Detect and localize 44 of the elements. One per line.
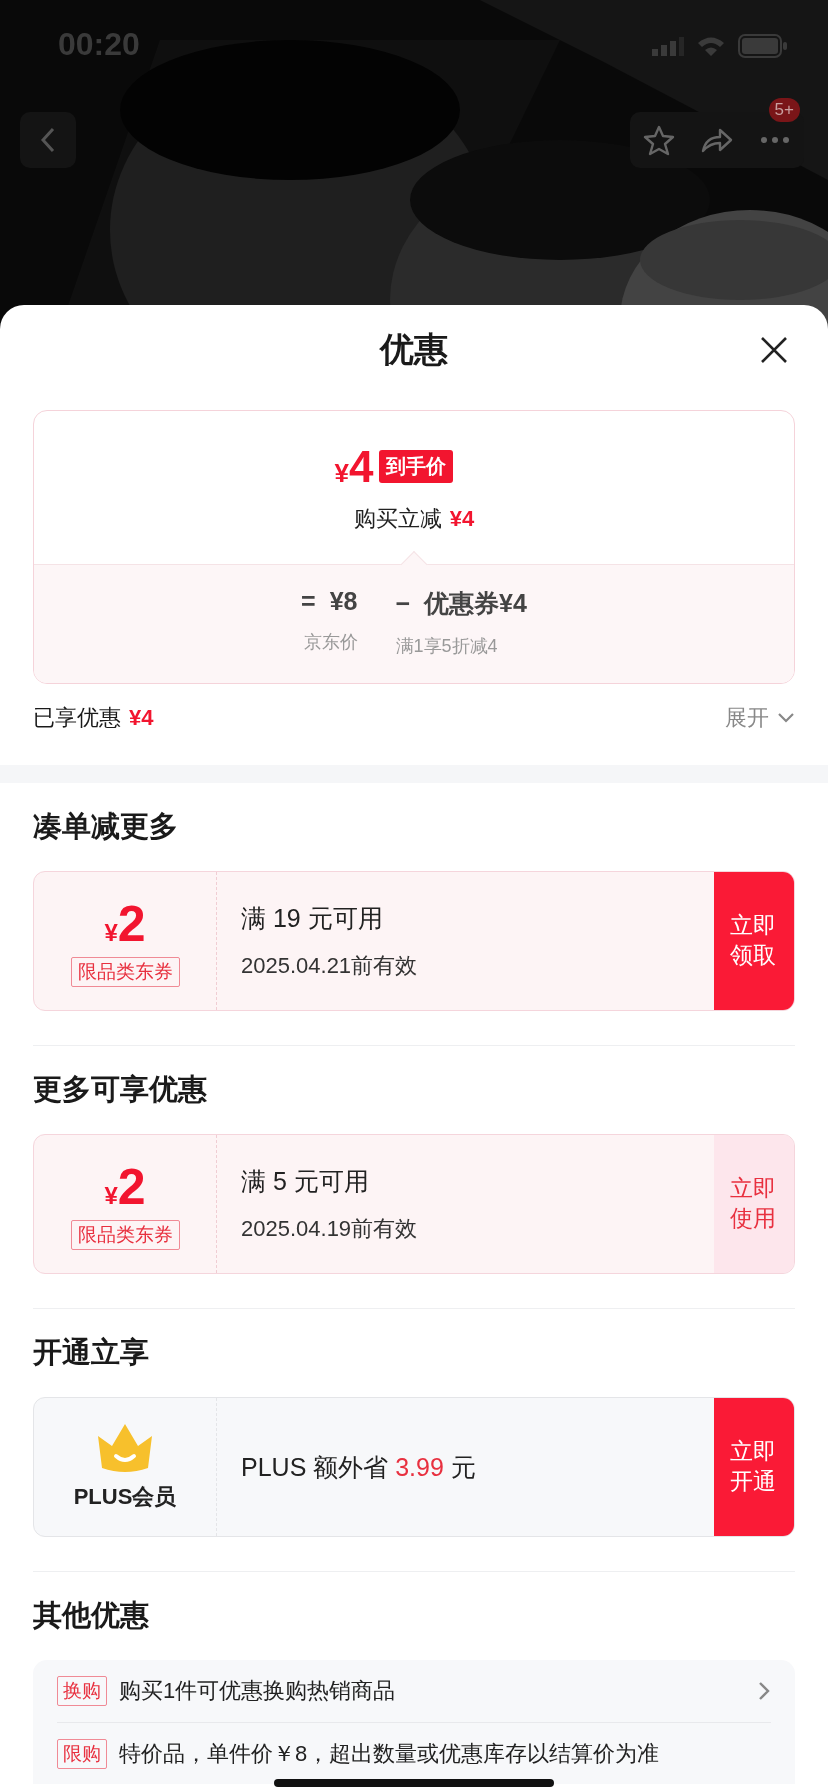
chevron-down-icon bbox=[777, 712, 795, 724]
notification-badge: 5+ bbox=[768, 98, 800, 122]
coupon-discount: 优惠券¥4 bbox=[424, 588, 527, 619]
coupon-note: 满1享5折减4 bbox=[395, 635, 498, 658]
coupon-tag: 限品类东券 bbox=[70, 957, 180, 987]
jd-price: ¥8 bbox=[329, 587, 358, 616]
coupon-tag: 限品类东券 bbox=[70, 1220, 180, 1250]
star-icon bbox=[643, 124, 675, 156]
coupon-amount: ¥2 bbox=[104, 1158, 146, 1216]
coupon-action-button[interactable]: 立即领取 bbox=[714, 872, 794, 1010]
instant-discount-text: 购买立减 ¥4 bbox=[353, 504, 475, 533]
section-title: 其他优惠 bbox=[33, 1598, 149, 1633]
coupon-condition: 满 5 元可用 bbox=[241, 1165, 370, 1197]
expand-button[interactable]: 展开 bbox=[725, 703, 795, 733]
enjoyed-discount-text: 已享优惠 ¥4 bbox=[33, 704, 154, 732]
section-title: 开通立享 bbox=[33, 1335, 149, 1370]
final-price-label: 到手价 bbox=[379, 450, 454, 483]
battery-icon bbox=[738, 34, 788, 58]
coupon-validity: 2025.04.19前有效 bbox=[241, 1214, 419, 1243]
signal-icon bbox=[652, 36, 684, 56]
section-title: 更多可享优惠 bbox=[33, 1072, 207, 1107]
plus-member-label: PLUS会员 bbox=[73, 1483, 177, 1511]
coupon-amount: ¥2 bbox=[104, 895, 146, 953]
offer-tag: 限购 bbox=[57, 1738, 107, 1769]
offer-text: 特价品，单件价￥8，超出数量或优惠库存以结算价为准 bbox=[119, 1739, 661, 1768]
plus-savings-text: PLUS 额外省 3.99 元 bbox=[241, 1451, 477, 1483]
jd-price-label: 京东价 bbox=[303, 631, 358, 654]
offer-tag: 换购 bbox=[57, 1676, 107, 1706]
minus-sign: − bbox=[395, 589, 411, 618]
sheet-title: 优惠 bbox=[380, 329, 448, 370]
chevron-right-icon bbox=[757, 1680, 771, 1702]
offer-row[interactable]: 换购 购买1件可优惠换购热销商品 bbox=[57, 1660, 771, 1722]
section-title: 凑单减更多 bbox=[33, 809, 178, 844]
final-price: ¥4 bbox=[334, 441, 374, 492]
offer-text: 购买1件可优惠换购热销商品 bbox=[119, 1677, 397, 1705]
plus-open-button[interactable]: 立即开通 bbox=[714, 1398, 794, 1536]
back-button[interactable] bbox=[20, 112, 76, 168]
wifi-icon bbox=[696, 35, 726, 57]
coupon-action-button[interactable]: 立即使用 bbox=[714, 1135, 794, 1273]
coupon-validity: 2025.04.21前有效 bbox=[241, 951, 419, 980]
share-icon bbox=[700, 126, 734, 154]
coupon-condition: 满 19 元可用 bbox=[241, 902, 384, 934]
equals-sign: = bbox=[301, 587, 316, 616]
more-icon bbox=[760, 136, 790, 144]
